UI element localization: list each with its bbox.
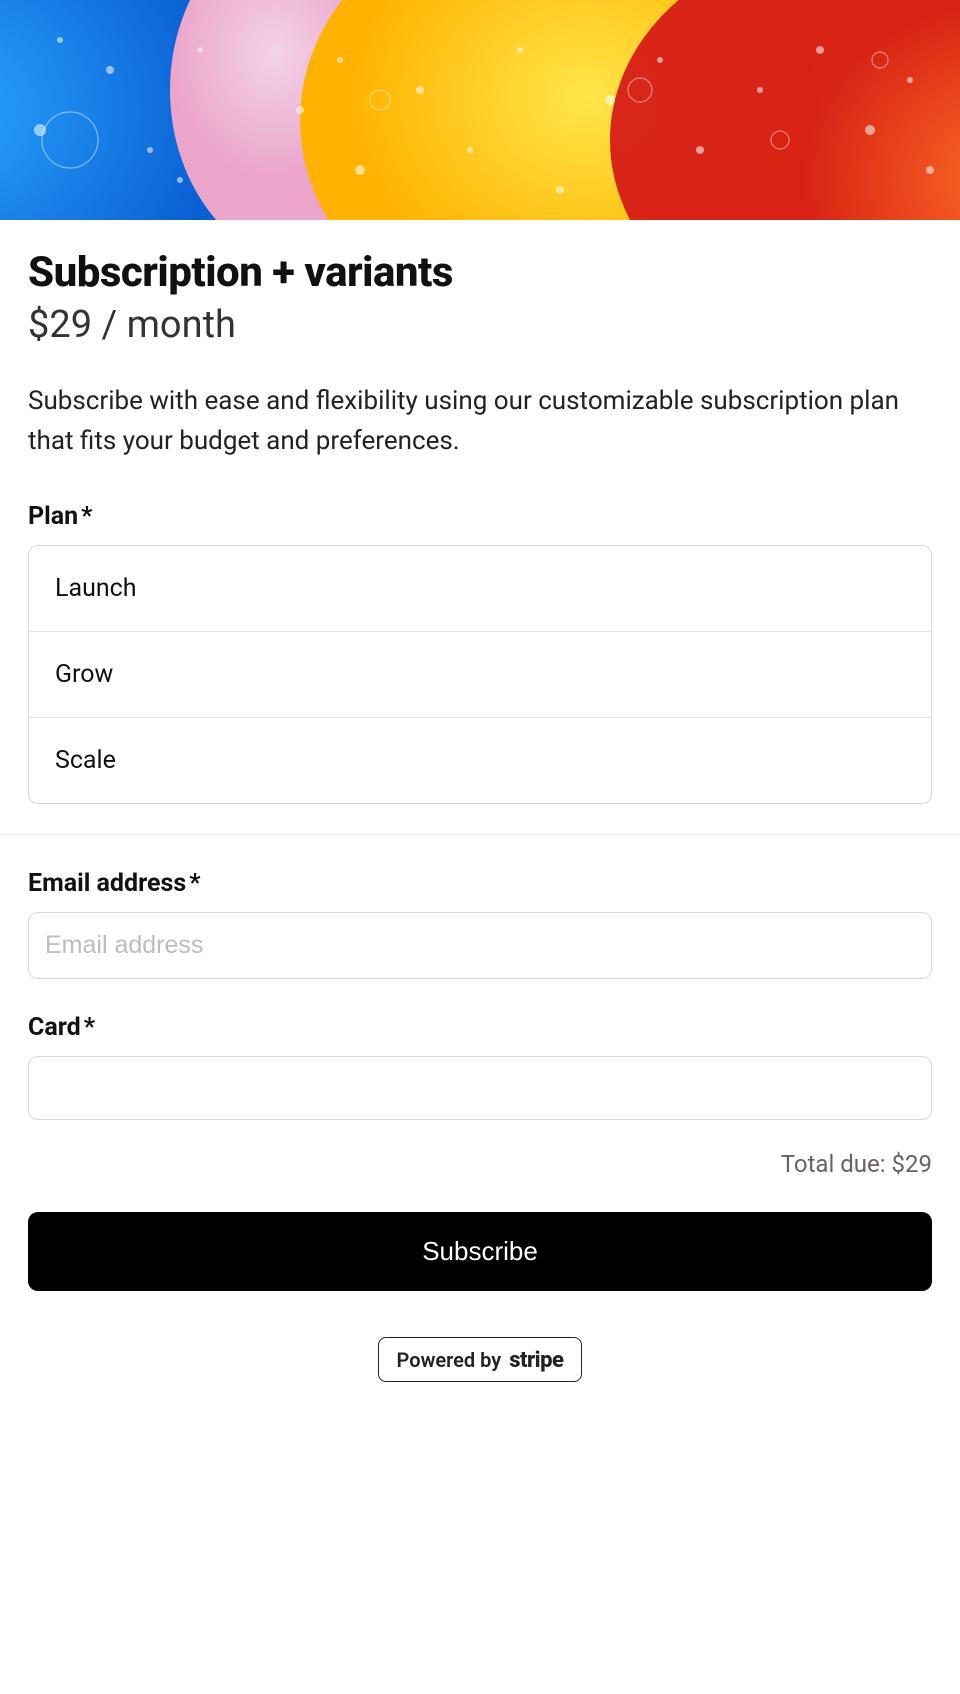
email-label: Email address*	[28, 869, 932, 898]
card-label: Card*	[28, 1013, 932, 1042]
stripe-logo: stripe	[509, 1348, 563, 1373]
plan-options: Launch Grow Scale	[28, 545, 932, 804]
powered-by-text: Powered by	[397, 1348, 502, 1372]
hero-image	[0, 0, 960, 220]
page-title: Subscription + variants	[28, 248, 932, 297]
section-divider	[0, 834, 960, 835]
price-text: $29 / month	[28, 303, 932, 347]
plan-option-launch[interactable]: Launch	[29, 546, 931, 632]
total-due: Total due: $29	[28, 1150, 932, 1178]
powered-by-stripe-badge[interactable]: Powered by stripe	[378, 1337, 583, 1382]
card-input[interactable]	[28, 1056, 932, 1120]
plan-label: Plan*	[28, 502, 932, 531]
plan-option-scale[interactable]: Scale	[29, 718, 931, 803]
plan-option-grow[interactable]: Grow	[29, 632, 931, 718]
description-text: Subscribe with ease and flexibility usin…	[28, 381, 932, 462]
subscribe-button[interactable]: Subscribe	[28, 1212, 932, 1291]
email-input[interactable]	[28, 912, 932, 979]
